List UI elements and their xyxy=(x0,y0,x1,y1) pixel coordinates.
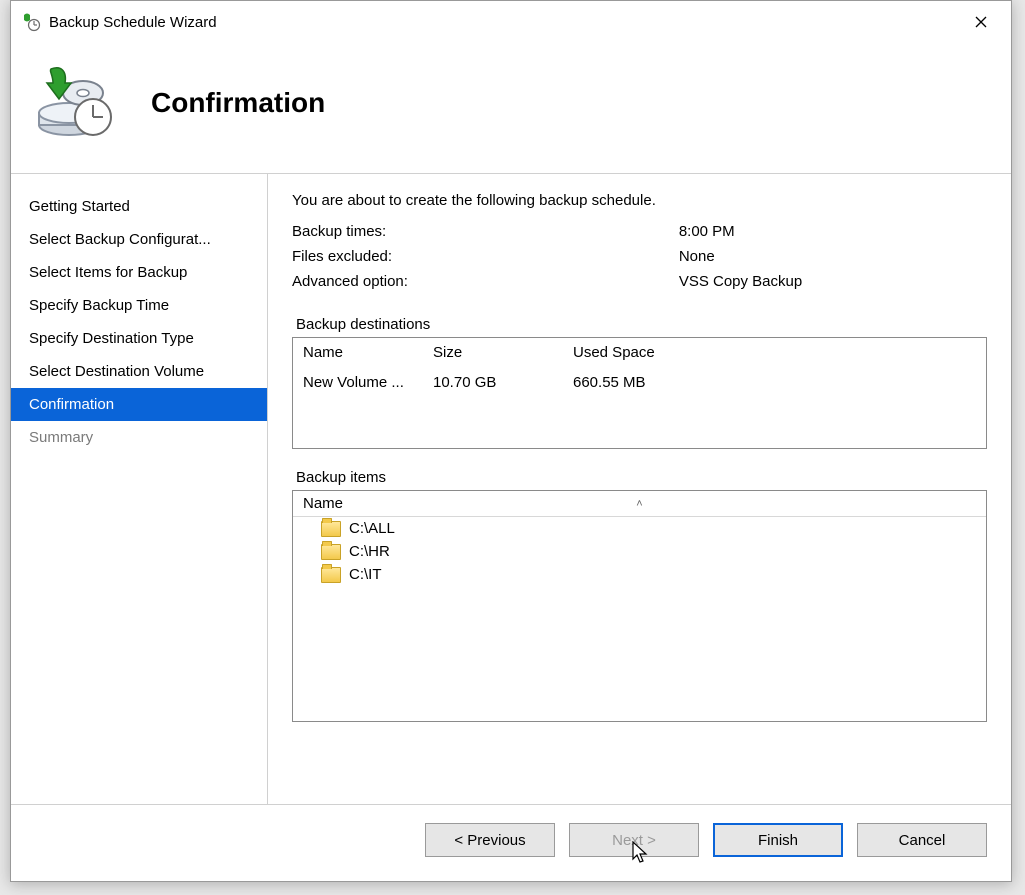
wizard-dialog: Backup Schedule Wizard xyxy=(10,0,1012,882)
kv-value-advanced-option: VSS Copy Backup xyxy=(679,269,987,294)
window-title: Backup Schedule Wizard xyxy=(49,14,217,31)
kv-label-advanced-option: Advanced option: xyxy=(292,269,679,294)
titlebar: Backup Schedule Wizard xyxy=(11,1,1011,43)
next-button: Next > xyxy=(569,823,699,857)
folder-icon xyxy=(321,567,341,583)
backup-item-row[interactable]: C:\IT xyxy=(293,563,986,586)
summary-table: Backup times: 8:00 PM Files excluded: No… xyxy=(292,219,987,294)
folder-icon xyxy=(321,544,341,560)
button-row: < Previous Next > Finish Cancel xyxy=(11,804,1011,881)
dest-col-size: Size xyxy=(433,344,573,361)
step-confirmation[interactable]: Confirmation xyxy=(11,388,267,421)
folder-icon xyxy=(321,521,341,537)
dest-row-name: New Volume ... xyxy=(303,374,433,391)
dest-row-size: 10.70 GB xyxy=(433,374,573,391)
backup-item-row[interactable]: C:\HR xyxy=(293,540,986,563)
backup-items-list[interactable]: Name ˄ C:\ALL C:\HR C:\IT xyxy=(292,490,987,722)
header-band: Confirmation xyxy=(11,43,1011,174)
page-title: Confirmation xyxy=(151,87,325,119)
step-specify-destination-type[interactable]: Specify Destination Type xyxy=(11,322,267,355)
backup-item-path: C:\ALL xyxy=(349,520,395,537)
step-summary: Summary xyxy=(11,421,267,454)
items-col-name: Name xyxy=(303,495,343,512)
wizard-icon xyxy=(31,63,121,143)
step-select-backup-configuration[interactable]: Select Backup Configurat... xyxy=(11,223,267,256)
backup-item-path: C:\HR xyxy=(349,543,390,560)
intro-text: You are about to create the following ba… xyxy=(292,192,987,209)
previous-button[interactable]: < Previous xyxy=(425,823,555,857)
backup-item-path: C:\IT xyxy=(349,566,382,583)
app-icon xyxy=(21,12,41,32)
step-specify-backup-time[interactable]: Specify Backup Time xyxy=(11,289,267,322)
kv-value-backup-times: 8:00 PM xyxy=(679,219,987,244)
dest-row[interactable]: New Volume ... 10.70 GB 660.55 MB xyxy=(293,368,986,398)
dest-col-name: Name xyxy=(303,344,433,361)
cancel-button[interactable]: Cancel xyxy=(857,823,987,857)
wizard-steps-sidebar: Getting Started Select Backup Configurat… xyxy=(11,174,268,804)
dest-col-used: Used Space xyxy=(573,344,976,361)
content-pane: You are about to create the following ba… xyxy=(268,174,1011,804)
dest-row-used: 660.55 MB xyxy=(573,374,976,391)
close-button[interactable] xyxy=(961,8,1001,36)
destinations-list[interactable]: Name Size Used Space New Volume ... 10.7… xyxy=(292,337,987,449)
step-select-items-for-backup[interactable]: Select Items for Backup xyxy=(11,256,267,289)
step-select-destination-volume[interactable]: Select Destination Volume xyxy=(11,355,267,388)
sort-indicator-icon: ˄ xyxy=(636,498,642,510)
kv-label-files-excluded: Files excluded: xyxy=(292,244,679,269)
step-getting-started[interactable]: Getting Started xyxy=(11,190,267,223)
items-label: Backup items xyxy=(296,469,987,486)
kv-value-files-excluded: None xyxy=(679,244,987,269)
kv-label-backup-times: Backup times: xyxy=(292,219,679,244)
destinations-label: Backup destinations xyxy=(296,316,987,333)
backup-item-row[interactable]: C:\ALL xyxy=(293,517,986,540)
finish-button[interactable]: Finish xyxy=(713,823,843,857)
